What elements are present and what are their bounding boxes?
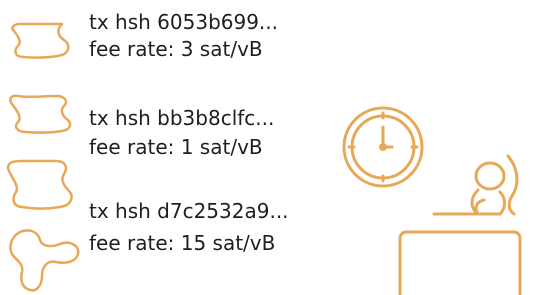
person-at-desk-icon (398, 154, 522, 295)
mempool-waiting-scene: tx hsh 6053b699... fee rate: 3 sat/vB tx… (0, 0, 533, 295)
